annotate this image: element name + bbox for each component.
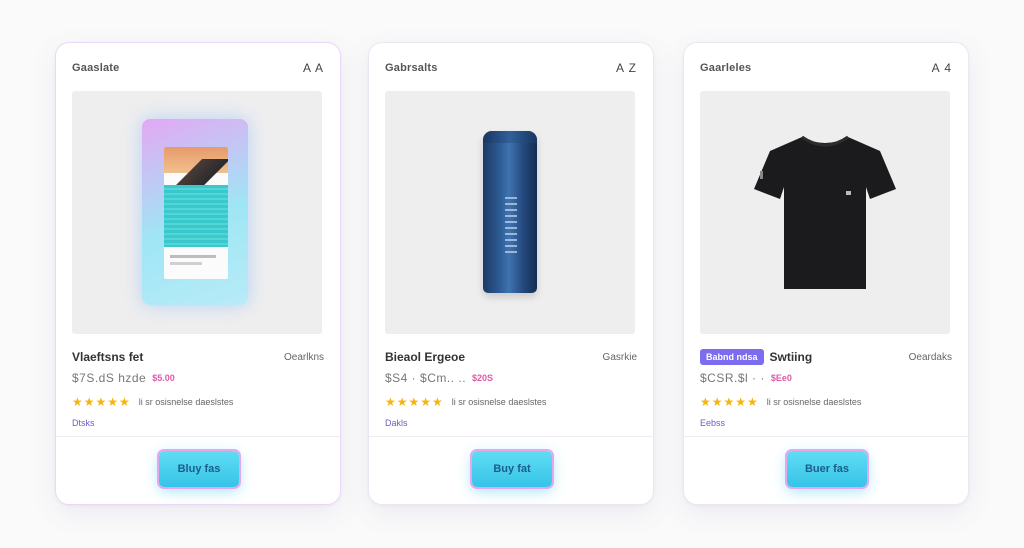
product-meta-label: Oearlkns bbox=[283, 351, 324, 363]
review-count[interactable]: li sr osisnelse daeslstes bbox=[139, 397, 234, 407]
stock-status: Eebss bbox=[700, 418, 726, 428]
product-name-row: Bieaol Ergeoe Gasrkie bbox=[385, 349, 637, 365]
product-meta-label: Gasrkie bbox=[602, 351, 637, 363]
divider bbox=[684, 436, 968, 437]
product-image[interactable] bbox=[72, 91, 322, 334]
spray-bottle-icon bbox=[483, 131, 537, 293]
product-price: $S4 · $Cm.. .. bbox=[385, 371, 467, 385]
buy-button[interactable]: Bluy fas bbox=[159, 451, 239, 487]
product-price: $CSR.$l · · bbox=[700, 371, 765, 385]
star-rating-icon: ★★★★★ bbox=[700, 395, 759, 409]
card-header: Gabrsalts A Z bbox=[385, 60, 637, 76]
discount-label: $20S bbox=[472, 373, 494, 383]
product-card[interactable]: Gabrsalts A Z Bieaol Ergeoe Gasrkie $S4 … bbox=[368, 42, 654, 505]
rating-row: ★★★★★ li sr osisnelse daeslstes bbox=[72, 395, 234, 409]
product-image[interactable] bbox=[385, 91, 635, 334]
rating-row: ★★★★★ li sr osisnelse daeslstes bbox=[385, 395, 547, 409]
price-row: $7S.dS hzde $5.00 bbox=[72, 371, 175, 385]
page-counter: A 4 bbox=[931, 61, 952, 75]
buy-button[interactable]: Buy fat bbox=[472, 451, 552, 487]
stock-status: Dtsks bbox=[72, 418, 95, 428]
product-card[interactable]: Gaarleles A 4 Babnd ndsa Swtiing Oeardak… bbox=[683, 42, 969, 505]
star-rating-icon: ★★★★★ bbox=[385, 395, 444, 409]
price-row: $S4 · $Cm.. .. $20S bbox=[385, 371, 493, 385]
product-card[interactable]: Gaaslate A A Vlaeftsns fet Oearlkns $7S.… bbox=[55, 42, 341, 505]
product-image[interactable] bbox=[700, 91, 950, 334]
product-name-row: Vlaeftsns fet Oearlkns bbox=[72, 349, 324, 365]
product-name[interactable]: Vlaeftsns fet bbox=[72, 350, 143, 364]
product-meta-label: Oeardaks bbox=[908, 351, 952, 363]
page-counter: A A bbox=[302, 61, 324, 75]
card-header: Gaaslate A A bbox=[72, 60, 324, 76]
price-row: $CSR.$l · · $Ee0 bbox=[700, 371, 792, 385]
discount-label: $5.00 bbox=[152, 373, 175, 383]
product-name-row: Babnd ndsa Swtiing Oeardaks bbox=[700, 349, 952, 365]
category-label: Gaaslate bbox=[72, 62, 120, 74]
card-header: Gaarleles A 4 bbox=[700, 60, 952, 76]
product-name[interactable]: Swtiing bbox=[770, 350, 813, 364]
discount-label: $Ee0 bbox=[770, 373, 792, 383]
divider bbox=[369, 436, 653, 437]
review-count[interactable]: li sr osisnelse daeslstes bbox=[452, 397, 547, 407]
t-shirt-icon bbox=[754, 135, 896, 289]
page-counter: A Z bbox=[615, 61, 637, 75]
star-rating-icon: ★★★★★ bbox=[72, 395, 131, 409]
product-name[interactable]: Bieaol Ergeoe bbox=[385, 350, 465, 364]
product-price: $7S.dS hzde bbox=[72, 371, 147, 385]
rating-row: ★★★★★ li sr osisnelse daeslstes bbox=[700, 395, 862, 409]
review-count[interactable]: li sr osisnelse daeslstes bbox=[767, 397, 862, 407]
divider bbox=[56, 436, 340, 437]
buy-button[interactable]: Buer fas bbox=[787, 451, 867, 487]
product-card-list: Gaaslate A A Vlaeftsns fet Oearlkns $7S.… bbox=[0, 0, 1024, 548]
category-label: Gaarleles bbox=[700, 62, 752, 74]
stock-status: Dakls bbox=[385, 418, 408, 428]
category-label: Gabrsalts bbox=[385, 62, 438, 74]
brand-badge: Babnd ndsa bbox=[700, 349, 764, 365]
phone-screen-image bbox=[164, 147, 228, 279]
